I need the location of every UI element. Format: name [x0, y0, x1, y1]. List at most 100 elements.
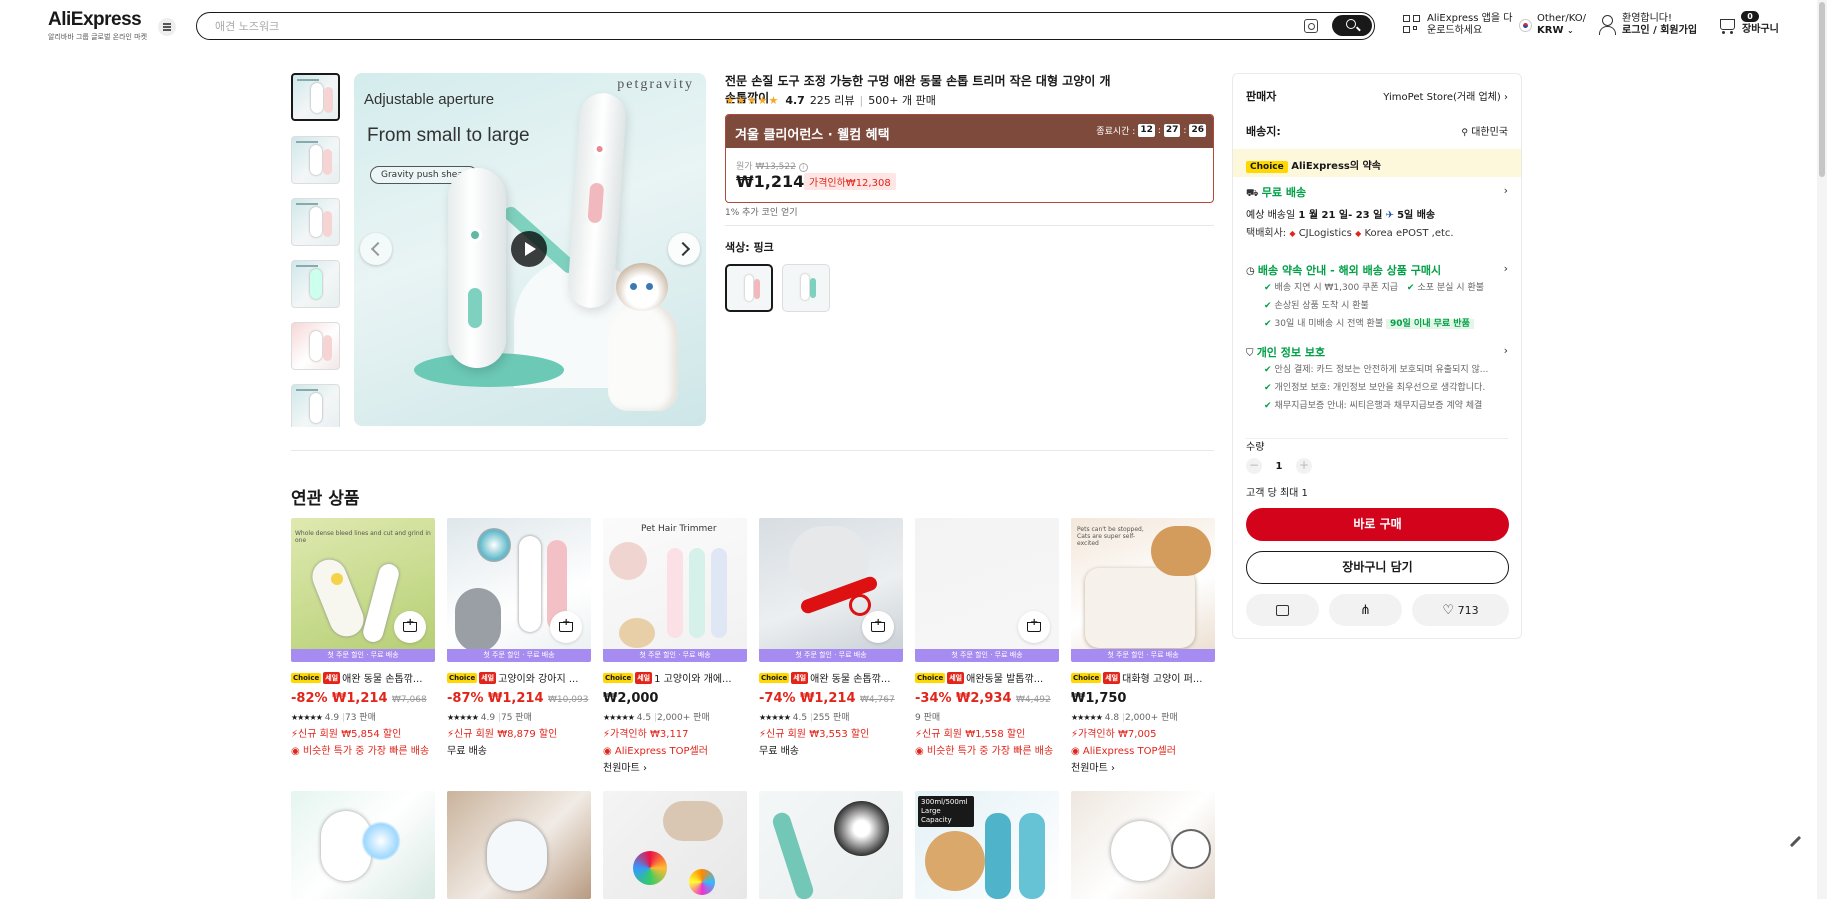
store-button[interactable] [1246, 594, 1319, 626]
product-card[interactable]: 첫 주문 할인 · 무료 배송 Choice세일애완동물 발톱깎... -34% ₩… [915, 518, 1059, 757]
product-card-image[interactable]: 첫 주문 할인 · 무료 배송 [447, 518, 591, 662]
product-card-name[interactable]: Choice 세일 애완 동물 손톱깎... [759, 670, 903, 685]
product-card-image[interactable]: Whole dense bleed lines and cut and grin… [291, 518, 435, 662]
product-card-name[interactable]: Choice 세일 1 고양이와 개에... [603, 670, 747, 685]
page-scrollbar[interactable] [1817, 0, 1827, 899]
product-card-image[interactable]: 첫 주문 할인 · 무료 배송 [759, 518, 903, 662]
product-card[interactable]: Whole dense bleed lines and cut and grin… [291, 518, 435, 757]
product-card-image[interactable] [603, 791, 747, 899]
product-card-rating: ★★★★★ 4.9 |75 판매 [447, 713, 532, 723]
delivery-promise-section[interactable]: ◷ 배송 약속 안내 - 해외 배송 상품 구매시 › ✔ 배송 지연 시 ₩1,… [1246, 262, 1508, 331]
product-card[interactable]: 첫 주문 할인 · 무료 배송 Choice세일애완 동물 손톱깎... -74% … [759, 518, 903, 757]
product-card-name[interactable]: Choice 세일 애완 동물 손톱깎... [291, 670, 435, 685]
store-link-text[interactable]: 천원마트 [1071, 763, 1108, 774]
increase-quantity-button[interactable]: + [1296, 458, 1312, 474]
seller-name[interactable]: YimoPet Store(거래 업체) [1383, 92, 1501, 103]
add-to-cart-icon[interactable] [394, 611, 426, 643]
choice-tag: Choice [1246, 161, 1288, 173]
product-card-name[interactable]: Choice 세일 고양이와 강아지 ... [447, 670, 591, 685]
product-card-title[interactable]: 애완 동물 손톱깎... [810, 670, 890, 685]
store-link[interactable]: 천원마트 › [1071, 759, 1215, 774]
product-card-title[interactable]: 애완동물 발톱깎... [966, 670, 1043, 685]
ship-to-value[interactable]: 대한민국 [1471, 127, 1508, 138]
product-card-price: -82% ₩1,214 ₩7,068 [291, 691, 435, 706]
search-bar [196, 12, 1375, 40]
add-to-cart-icon[interactable] [862, 611, 894, 643]
buy-now-button[interactable]: 바로 구매 [1246, 508, 1509, 541]
product-card-name[interactable]: Choice 세일 대화형 고양이 퍼... [1071, 670, 1215, 685]
next-image-button[interactable] [668, 233, 700, 265]
color-swatch-green[interactable] [782, 264, 830, 312]
aliexpress-logo[interactable]: AliExpress 알리바바 그룹 글로벌 온라인 마켓 [48, 9, 148, 42]
free-shipping-section[interactable]: ⛟ 무료 배송 › 예상 배송일 1 월 21 일- 23 일 ✈ 5일 배송 … [1246, 184, 1508, 241]
menu-icon[interactable] [158, 18, 176, 36]
product-card-image[interactable] [1071, 791, 1215, 899]
seller-row[interactable]: 판매자 YimoPet Store(거래 업체) › [1246, 88, 1508, 104]
ship-to-row[interactable]: 배송지: ⚲ 대한민국 [1246, 123, 1508, 139]
quantity-value[interactable]: 1 [1262, 461, 1296, 472]
bolt-icon: ⚡ [1071, 729, 1079, 740]
product-card-image[interactable]: Pets can't be stopped, Cats are super se… [1071, 518, 1215, 662]
thumbnail-image[interactable] [291, 322, 340, 370]
product-card-rating: 9 판매 [915, 710, 1059, 723]
product-card[interactable]: Pet Hair Trimmer 첫 주문 할인 · 무료 배송 Choice 세일 1… [603, 518, 747, 774]
product-card-image[interactable] [759, 791, 903, 899]
product-card-image[interactable]: 첫 주문 할인 · 무료 배송 [915, 518, 1059, 662]
search-button[interactable] [1332, 15, 1372, 36]
add-to-cart-icon[interactable] [1018, 611, 1050, 643]
store-link[interactable]: 천원마트 › [603, 759, 747, 774]
product-card-title[interactable]: 대화형 고양이 퍼... [1122, 670, 1202, 685]
promo-timer: 종료시간 : 12: 27: 26 [1096, 124, 1206, 137]
decrease-quantity-button[interactable]: − [1246, 458, 1262, 474]
app-download-link[interactable]: AliExpress 앱을 다 운로드하세요 [1427, 13, 1512, 37]
cart-count-badge: 0 [1741, 11, 1759, 22]
cart-link[interactable]: 장바구니 [1742, 24, 1779, 36]
camera-search-icon[interactable] [1304, 19, 1318, 33]
play-video-button[interactable] [511, 231, 547, 267]
search-input[interactable] [215, 18, 1115, 34]
product-card-title[interactable]: 고양이와 강아지 ... [498, 670, 578, 685]
logo-text[interactable]: AliExpress [48, 9, 148, 31]
product-card-image[interactable]: 300ml/500ml Large Capacity [915, 791, 1059, 899]
add-to-cart-button[interactable]: 장바구니 담기 [1246, 551, 1509, 584]
region-currency-selector[interactable]: Other/KO/ KRW ⌄ [1537, 13, 1586, 37]
old-price: ₩4,492 [1016, 695, 1051, 705]
user-icon[interactable] [1598, 15, 1616, 35]
product-card-title[interactable]: 1 고양이와 개에... [654, 670, 731, 685]
product-card[interactable]: Pets can't be stopped, Cats are super se… [1071, 518, 1215, 774]
app-download-line1: AliExpress 앱을 다 [1427, 13, 1513, 24]
thumbnail-video[interactable] [291, 73, 340, 121]
share-button[interactable]: ⋔ [1329, 594, 1402, 626]
product-card-title[interactable]: 애완 동물 손톱깎... [342, 670, 422, 685]
product-card-image[interactable]: Pet Hair Trimmer 첫 주문 할인 · 무료 배송 [603, 518, 747, 662]
account-link[interactable]: 환영합니다! 로그인 / 회원가입 [1622, 13, 1697, 37]
product-card-badge: 무료 배송 [447, 742, 591, 757]
edit-icon[interactable] [1788, 835, 1802, 849]
store-link-text[interactable]: 천원마트 [603, 763, 640, 774]
info-icon[interactable]: i [798, 163, 808, 172]
privacy-title: 개인 정보 보호 [1256, 346, 1326, 359]
estimated-delivery-label: 예상 배송일 [1246, 210, 1296, 221]
main-product-image[interactable]: Adjustable aperture From small to large … [354, 73, 706, 426]
review-count[interactable]: 225 리뷰 [810, 92, 855, 108]
cart-icon[interactable] [1717, 17, 1737, 35]
color-swatch-pink[interactable] [725, 264, 773, 312]
product-card-image[interactable] [447, 791, 591, 899]
product-card-name[interactable]: Choice 세일 애완동물 발톱깎... [915, 670, 1059, 685]
add-to-cart-icon[interactable] [550, 611, 582, 643]
qr-code-icon[interactable] [1403, 15, 1421, 35]
previous-image-button[interactable] [360, 233, 392, 265]
wishlist-button[interactable]: ♡ 713 [1412, 594, 1509, 626]
login-signup-text[interactable]: 로그인 / 회원가입 [1622, 25, 1697, 37]
rating-stars-icon: ★★★★★ [291, 713, 323, 722]
product-rating[interactable]: ★★★★★ 4.7 225 리뷰 | 500+ 개 판매 [725, 92, 936, 108]
thumbnail-image[interactable] [291, 198, 340, 246]
thumbnail-image[interactable] [291, 384, 340, 427]
thumbnail-image[interactable] [291, 136, 340, 184]
privacy-section[interactable]: ⛉ 개인 정보 보호 › ✔ 안심 결제: 카드 정보는 안전하게 보호되며 유출… [1246, 344, 1508, 413]
choice-promise-text: AliExpress의 약속 [1291, 161, 1381, 172]
thumbnail-image[interactable] [291, 260, 340, 308]
app-download-line2: 운로드하세요 [1427, 25, 1483, 36]
product-card[interactable]: 첫 주문 할인 · 무료 배송 Choice세일고양이와 강아지 ... -87% … [447, 518, 591, 757]
product-card-image[interactable] [291, 791, 435, 899]
